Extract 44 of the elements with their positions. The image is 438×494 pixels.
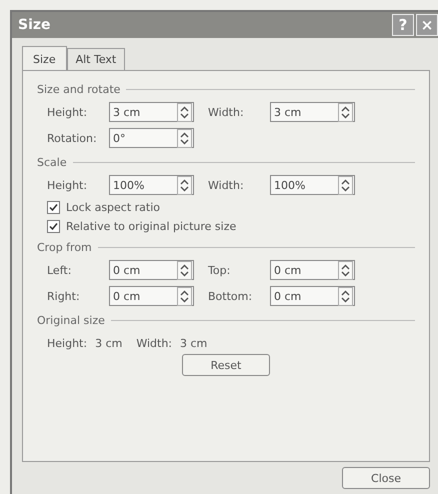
size-label: Height: — [47, 337, 88, 350]
field-label: Height: — [47, 106, 88, 118]
section-title: Original size — [37, 314, 105, 327]
field-label: Top: — [208, 264, 232, 276]
spinner-arrows-icon[interactable] — [177, 286, 192, 306]
size-value: 3 cm — [180, 337, 208, 350]
spin-field[interactable]: 100% — [270, 175, 355, 195]
spin-field[interactable]: 100% — [109, 175, 194, 195]
close-button[interactable]: Close — [342, 467, 430, 489]
spin-field[interactable]: 3 cm — [109, 102, 194, 122]
checkbox[interactable] — [47, 201, 60, 214]
spin-field[interactable]: 0 cm — [109, 260, 194, 280]
section-title: Size and rotate — [37, 83, 120, 96]
section-title: Scale — [37, 156, 67, 169]
spin-field[interactable]: 0 cm — [270, 286, 355, 306]
field-label: Height: — [47, 178, 88, 192]
spinner-arrows-icon[interactable] — [338, 102, 353, 122]
checkbox-label: Relative to original picture size — [66, 220, 236, 233]
spinner-arrows-icon[interactable] — [338, 286, 353, 306]
spinner-arrows-icon[interactable] — [177, 102, 192, 122]
tab[interactable]: Alt Text — [66, 48, 126, 70]
spin-field[interactable]: 3 cm — [270, 102, 355, 122]
field-label: Left: — [47, 264, 72, 276]
size-value: 3 cm — [95, 337, 122, 350]
spin-field[interactable]: 0 cm — [270, 260, 355, 280]
spinner-arrows-icon[interactable] — [338, 176, 353, 194]
spin-field[interactable]: 0 cm — [109, 286, 194, 306]
spin-field[interactable]: 0° — [109, 128, 194, 148]
checkbox[interactable] — [47, 220, 60, 233]
field-label: Right: — [47, 290, 81, 302]
size-label: Width: — [136, 337, 172, 350]
reset-button[interactable]: Reset — [182, 354, 270, 376]
spinner-arrows-icon[interactable] — [338, 260, 353, 280]
spinner-arrows-icon[interactable] — [177, 128, 192, 148]
field-label: Bottom: — [208, 290, 254, 302]
field-label: Width: — [208, 178, 245, 192]
window-title: Size — [18, 17, 51, 33]
checkbox-label: Lock aspect ratio — [66, 201, 160, 214]
spinner-arrows-icon[interactable] — [177, 176, 192, 194]
field-label: Rotation: — [47, 132, 98, 144]
field-label: Width: — [208, 106, 245, 118]
tab[interactable]: Size — [22, 46, 67, 70]
section-title: Crop from — [37, 241, 92, 254]
spinner-arrows-icon[interactable] — [177, 260, 192, 280]
